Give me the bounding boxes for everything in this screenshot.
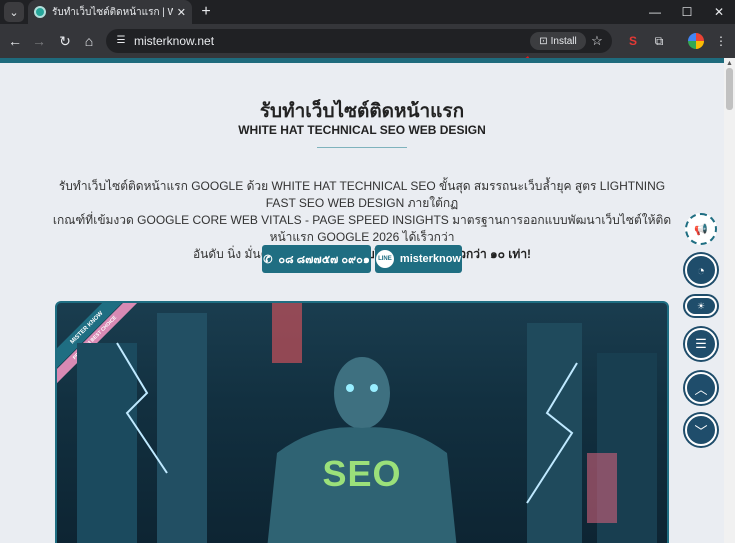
scroll-up-arrow-icon[interactable]: ▲ [725,60,734,68]
back-icon[interactable]: ← [6,32,24,50]
theme-toggle[interactable]: ☀ [685,296,717,316]
scroll-down-button[interactable]: ﹀ [685,414,717,446]
chevron-down-icon: ﹀ [694,423,708,439]
phone-icon: ✆ [263,253,273,266]
page-title: รับทำเว็บไซต์ติดหน้าแรก [259,101,465,122]
line-icon: LINE [375,250,394,268]
install-app-button[interactable]: ⊡ Install [530,32,586,50]
address-bar[interactable]: ☰ misterknow.net ⊡ Install ☆ [106,29,612,53]
line-label: misterknow [399,253,462,265]
title-divider [317,147,407,148]
web-page: รับทำเว็บไซต์ติดหน้าแรก WHITE HAT TECHNI… [0,58,724,543]
tab-strip: ⌄ รับทำเว็บไซต์ติดหน้าแรก | WHITE HAT ✕ … [0,0,735,24]
hamburger-icon: ☰ [695,336,707,351]
extension-s-icon[interactable]: S [624,32,642,50]
tab-title: รับทำเว็บไซต์ติดหน้าแรก | WHITE HAT [52,6,173,18]
desc-line-1: รับทำเว็บไซต์ติดหน้าแรก GOOGLE ด้วย WHIT… [58,179,666,210]
line-button[interactable]: LINE misterknow [375,245,462,273]
sun-icon: ☀ [696,300,706,311]
tab-close-icon[interactable]: ✕ [177,6,186,19]
speed-gauge-button[interactable]: ◔ [685,254,717,286]
reload-icon[interactable]: ↻ [56,32,74,50]
new-tab-button[interactable]: + [197,2,215,22]
header-stripe [0,58,724,63]
megaphone-icon: 📢 [694,223,708,236]
tab-active[interactable]: รับทำเว็บไซต์ติดหน้าแรก | WHITE HAT ✕ [28,0,192,24]
chevron-up-icon: ︿ [694,381,708,397]
install-label: Install [550,35,577,47]
install-icon: ⊡ [539,35,548,47]
hero-seo-text: SEO [322,453,402,494]
page-subtitle: WHITE HAT TECHNICAL SEO WEB DESIGN [238,123,486,137]
site-info-icon[interactable]: ☰ [114,34,128,48]
bookmark-star-icon[interactable]: ☆ [588,32,606,50]
browser-toolbar: ← → ↻ ⌂ ☰ misterknow.net ⊡ Install ☆ S ⧉… [0,24,735,58]
site-favicon-icon [34,6,46,18]
gauge-icon: ◔ [697,262,705,278]
profile-avatar[interactable] [688,33,704,49]
tab-search-button[interactable]: ⌄ [4,2,24,22]
extensions-puzzle-icon[interactable]: ⧉ [650,32,668,50]
page-scrollbar[interactable]: ▲ [724,58,735,543]
desc-line-2: เกณฑ์ที่เข้มงวด GOOGLE CORE WEB VITALS -… [52,213,672,244]
phone-label: ๐๘ ๘๗๗๕๗ ๐๙๐๑ [278,254,370,266]
scroll-thumb[interactable] [726,68,733,110]
minimize-button[interactable]: — [639,0,671,24]
phone-button[interactable]: ✆ ๐๘ ๘๗๗๕๗ ๐๙๐๑ [262,245,371,273]
home-icon[interactable]: ⌂ [80,32,98,50]
browser-menu-icon[interactable]: ⋮ [712,32,730,50]
hero-illustration [77,303,657,543]
forward-icon[interactable]: → [30,32,48,50]
megaphone-button[interactable]: 📢 [685,213,717,245]
url-text[interactable]: misterknow.net [134,34,214,48]
hero-image: MISTER KNOW PREMIUM BEST CHOICE SEO [55,301,669,543]
close-window-button[interactable]: ✕ [703,0,735,24]
scroll-up-button[interactable]: ︿ [685,372,717,404]
menu-button[interactable]: ☰ [685,328,717,360]
maximize-button[interactable]: ☐ [671,0,703,24]
